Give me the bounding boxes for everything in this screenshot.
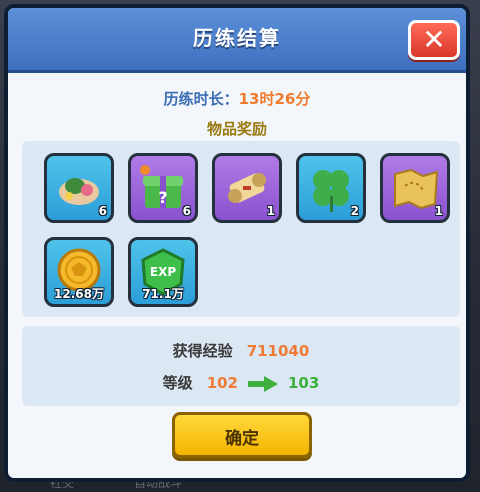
reward-qty: 6 [182,204,191,218]
confirm-button[interactable]: 确定 [172,412,312,458]
reward-item[interactable]: 1 [212,153,282,223]
duration-value: 13时26分 [238,90,311,108]
reward-qty: 2 [350,204,359,218]
reward-item[interactable]: ? 6 [128,153,198,223]
level-from: 102 [206,374,238,392]
settlement-dialog: 历练结算 ✕ 历练时长：13时26分 物品奖励 6 ? 6 1 2 1 12.6… [4,4,470,482]
reward-qty: 12.68万 [54,287,104,301]
exp-gained-label: 获得经验 [172,342,233,360]
rewards-title: 物品奖励 [206,120,267,138]
level-label: 等级 [162,374,193,392]
confirm-label: 确定 [225,429,259,449]
reward-item[interactable]: 12.68万 [44,237,114,307]
level-row: 等级 102 103 [22,372,460,393]
arrow-right-icon [248,375,278,392]
duration-line: 历练时长：13时26分 [8,88,466,109]
reward-qty: 6 [98,204,107,218]
exp-badge: EXP [150,265,176,279]
dialog-title: 历练结算 [193,26,281,50]
reward-item[interactable]: 6 [44,153,114,223]
level-to: 103 [288,374,320,392]
reward-item[interactable]: 1 [380,153,450,223]
reward-qty: 71.1万 [142,287,184,301]
close-icon: ✕ [422,23,446,56]
exp-summary-panel: 获得经验 711040 等级 102 103 [22,326,460,406]
close-button[interactable]: ✕ [408,20,460,60]
svg-text:?: ? [158,188,167,207]
duration-label: 历练时长： [163,90,239,108]
rewards-panel: 6 ? 6 1 2 1 12.68万 EXP 71.1万 [22,141,460,317]
reward-qty: 1 [266,204,275,218]
reward-item[interactable]: 2 [296,153,366,223]
exp-gained-value: 711040 [246,342,310,360]
reward-item[interactable]: EXP 71.1万 [128,237,198,307]
reward-qty: 1 [434,204,443,218]
dialog-header: 历练结算 ✕ [8,8,466,73]
exp-gained-row: 获得经验 711040 [22,340,460,361]
